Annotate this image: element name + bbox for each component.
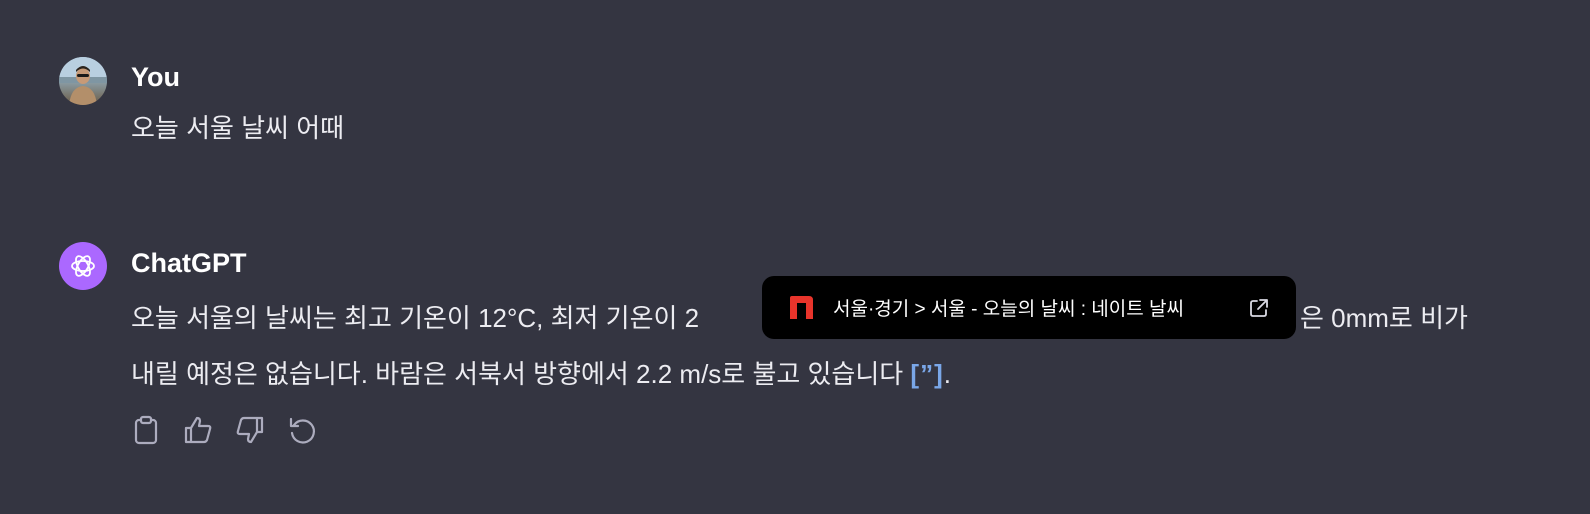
nate-logo-icon bbox=[788, 294, 815, 321]
regenerate-button[interactable] bbox=[287, 413, 317, 447]
assistant-message-line-1: 오늘 서울의 날씨는 최고 기온이 12°C, 최저 기온이 2 bbox=[131, 303, 700, 333]
thumbs-up-button[interactable] bbox=[183, 413, 213, 447]
chatgpt-avatar bbox=[59, 242, 107, 290]
external-link-icon[interactable] bbox=[1248, 297, 1270, 319]
thumbs-down-icon bbox=[236, 416, 264, 444]
user-avatar bbox=[59, 57, 107, 105]
user-name: You bbox=[131, 62, 180, 92]
thumbs-down-button[interactable] bbox=[235, 413, 265, 447]
assistant-message-line-2: 내릴 예정은 없습니다. 바람은 서북서 방향에서 2.2 m/s로 불고 있습… bbox=[131, 342, 951, 406]
user-photo-icon bbox=[59, 57, 107, 105]
citation-tooltip[interactable]: 서울·경기 > 서울 - 오늘의 날씨 : 네이트 날씨 bbox=[762, 276, 1296, 339]
assistant-message-line-2-text: 내릴 예정은 없습니다. 바람은 서북서 방향에서 2.2 m/s로 불고 있습… bbox=[131, 359, 904, 389]
user-message: 오늘 서울 날씨 어때 bbox=[131, 113, 345, 143]
openai-logo-icon bbox=[71, 255, 95, 277]
tooltip-source-title[interactable]: 서울·경기 > 서울 - 오늘의 날씨 : 네이트 날씨 bbox=[833, 294, 1184, 321]
citation-link[interactable]: [”] bbox=[910, 359, 943, 389]
clipboard-icon bbox=[134, 415, 158, 445]
message-actions bbox=[131, 413, 317, 447]
end-punctuation: . bbox=[943, 359, 951, 389]
copy-button[interactable] bbox=[131, 413, 161, 447]
thumbs-up-icon bbox=[184, 416, 212, 444]
regenerate-icon bbox=[289, 417, 315, 444]
assistant-name: ChatGPT bbox=[131, 248, 247, 278]
assistant-message-line-1-end: 은 0mm로 비가 bbox=[1300, 303, 1468, 333]
